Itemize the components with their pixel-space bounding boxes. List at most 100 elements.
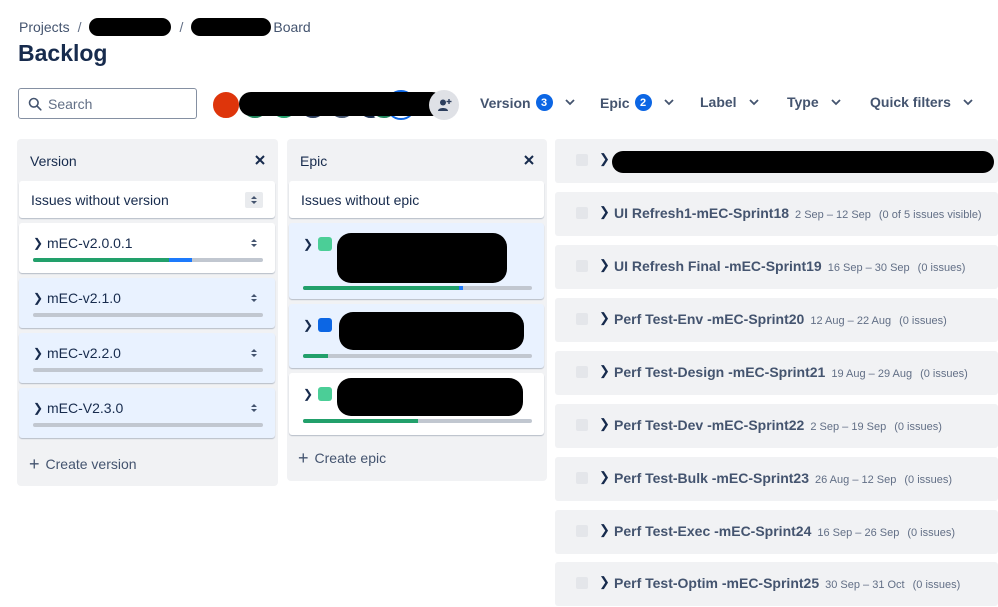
epic-count-badge: 2 (634, 94, 652, 111)
version-name: mEC-v2.2.0 (47, 345, 121, 361)
chevron-right-icon[interactable]: ❯ (303, 387, 313, 401)
type-filter-button[interactable]: Type (787, 94, 841, 110)
chevron-right-icon[interactable]: ❯ (303, 318, 313, 332)
quick-filters-button[interactable]: Quick filters (870, 94, 973, 110)
sprint-row[interactable]: ❯ Perf Test-Exec -mEC-Sprint24 16 Sep – 2… (555, 510, 998, 554)
sprint-checkbox[interactable] (576, 419, 588, 431)
progress-in-progress (458, 286, 464, 290)
version-card[interactable]: ❯ mEC-v2.1.0 (19, 278, 275, 328)
chevron-right-icon[interactable]: ❯ (303, 237, 313, 251)
redacted-epic-name (337, 378, 523, 416)
sprint-checkbox[interactable] (576, 313, 588, 325)
epic-card[interactable]: ❯ (289, 223, 544, 299)
sprint-checkbox[interactable] (576, 525, 588, 537)
sprint-checkbox[interactable] (576, 207, 588, 219)
sprint-name: Perf Test-Dev -mEC-Sprint22 (614, 417, 805, 433)
drag-sort-icon[interactable] (245, 290, 263, 306)
progress-done (303, 354, 329, 358)
sprint-dates: 2 Sep – 12 Sep (795, 209, 871, 221)
issues-without-version[interactable]: Issues without version (19, 181, 275, 218)
sprint-issue-count: (0 issues) (904, 474, 953, 486)
sprint-row[interactable]: ❯ Perf Test-Bulk -mEC-Sprint23 26 Aug – 1… (555, 457, 998, 501)
epic-card[interactable]: ❯ (289, 304, 544, 368)
sprint-row[interactable]: ❯ (555, 139, 998, 183)
chevron-right-icon[interactable]: ❯ (599, 204, 610, 220)
sprint-issue-count: (0 issues) (894, 421, 942, 433)
epic-panel-title: Epic (300, 153, 328, 169)
epic-filter-button[interactable]: Epic 2 (600, 94, 674, 111)
progress-done (303, 286, 459, 290)
epic-filter-label: Epic (600, 94, 630, 111)
sprint-name: Perf Test-Design -mEC-Sprint21 (614, 364, 826, 380)
avatar[interactable] (211, 90, 241, 120)
chevron-right-icon[interactable]: ❯ (33, 291, 43, 305)
drag-sort-icon[interactable] (245, 235, 263, 251)
epic-color-icon (318, 318, 332, 332)
quick-filters-label: Quick filters (870, 94, 951, 110)
issues-without-version-label: Issues without version (31, 192, 169, 208)
sprint-row[interactable]: ❯ Perf Test-Dev -mEC-Sprint22 2 Sep – 19 … (555, 404, 998, 448)
sprint-checkbox[interactable] (576, 472, 588, 484)
sprint-name: UI Refresh Final -mEC-Sprint19 (614, 258, 822, 274)
chevron-right-icon[interactable]: ❯ (599, 522, 610, 538)
epic-card[interactable]: ❯ (289, 373, 544, 435)
sprint-dates: 26 Aug – 12 Sep (815, 474, 897, 486)
page-title: Backlog (18, 40, 108, 66)
version-filter-button[interactable]: Version 3 (480, 94, 575, 111)
redacted-epic-name (339, 312, 524, 350)
sprint-row[interactable]: ❯ UI Refresh1-mEC-Sprint18 2 Sep – 12 Sep… (555, 192, 998, 236)
search-icon (28, 97, 42, 111)
chevron-down-icon (831, 98, 841, 105)
chevron-right-icon[interactable]: ❯ (599, 416, 610, 432)
label-filter-button[interactable]: Label (700, 94, 759, 110)
sprint-row[interactable]: ❯ UI Refresh Final -mEC-Sprint19 16 Sep –… (555, 245, 998, 289)
version-name: mEC-v2.1.0 (47, 290, 121, 306)
version-card[interactable]: ❯ mEC-v2.0.0.1 (19, 223, 275, 273)
version-card[interactable]: ❯ mEC-V2.3.0 (19, 388, 275, 438)
chevron-right-icon[interactable]: ❯ (599, 363, 610, 379)
sprint-checkbox[interactable] (576, 154, 588, 166)
sprint-name: UI Refresh1-mEC-Sprint18 (614, 205, 790, 221)
avatar-group (211, 87, 461, 121)
redacted-sprint-name (612, 151, 994, 173)
search-input[interactable] (48, 95, 188, 112)
add-person-icon (438, 99, 452, 111)
sprint-checkbox[interactable] (576, 260, 588, 272)
add-people-button[interactable] (429, 90, 459, 120)
chevron-right-icon[interactable]: ❯ (599, 151, 610, 167)
drag-sort-icon[interactable] (245, 192, 263, 208)
breadcrumb: Projects / / Board (19, 18, 311, 36)
label-filter-label: Label (700, 94, 737, 110)
chevron-right-icon[interactable]: ❯ (599, 310, 610, 326)
search-box[interactable] (18, 88, 197, 119)
chevron-down-icon (564, 99, 575, 106)
create-epic-button[interactable]: + Create epic (298, 449, 386, 467)
chevron-right-icon[interactable]: ❯ (33, 236, 43, 250)
version-filter-label: Version (480, 94, 531, 111)
chevron-right-icon[interactable]: ❯ (599, 257, 610, 273)
chevron-right-icon[interactable]: ❯ (33, 346, 43, 360)
version-progress-bar (33, 313, 263, 317)
epic-progress-bar (303, 286, 532, 290)
chevron-right-icon[interactable]: ❯ (33, 401, 43, 415)
sprint-name: Perf Test-Exec -mEC-Sprint24 (614, 523, 812, 539)
sprint-dates: 19 Aug – 29 Aug (831, 368, 913, 380)
close-icon[interactable] (522, 153, 536, 167)
sprint-row[interactable]: ❯ Perf Test-Design -mEC-Sprint21 19 Aug –… (555, 351, 998, 395)
close-icon[interactable] (253, 153, 267, 167)
version-card[interactable]: ❯ mEC-v2.2.0 (19, 333, 275, 383)
breadcrumb-board-link[interactable]: Board (273, 19, 310, 35)
issues-without-epic[interactable]: Issues without epic (289, 181, 544, 218)
sprint-row[interactable]: ❯ Perf Test-Env -mEC-Sprint20 12 Aug – 22… (555, 298, 998, 342)
redacted-project-name[interactable] (89, 18, 172, 36)
sprint-row[interactable]: ❯ Perf Test-Optim -mEC-Sprint25 30 Sep – … (555, 562, 998, 606)
drag-sort-icon[interactable] (245, 345, 263, 361)
create-version-button[interactable]: + Create version (29, 455, 137, 473)
sprint-checkbox[interactable] (576, 366, 588, 378)
chevron-right-icon[interactable]: ❯ (599, 469, 610, 485)
chevron-right-icon[interactable]: ❯ (599, 574, 610, 590)
drag-sort-icon[interactable] (245, 400, 263, 416)
breadcrumb-projects-link[interactable]: Projects (19, 19, 70, 35)
epic-progress-bar (303, 419, 532, 423)
sprint-checkbox[interactable] (576, 577, 588, 589)
